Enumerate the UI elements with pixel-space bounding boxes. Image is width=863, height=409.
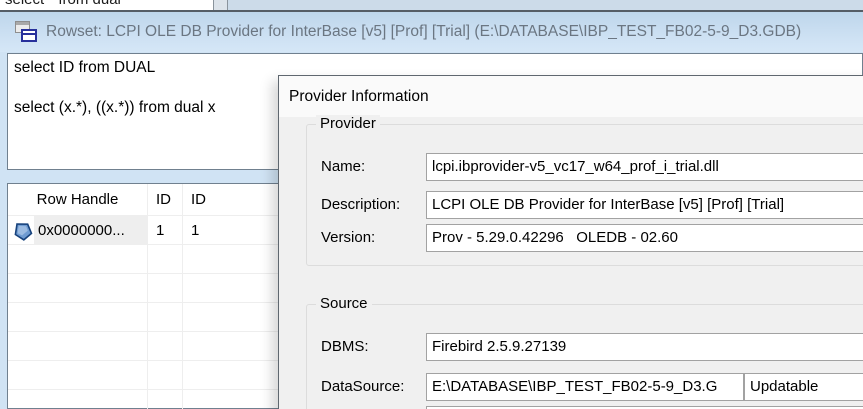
- column-header-id1[interactable]: ID: [148, 184, 183, 215]
- updatable-field[interactable]: Updatable: [744, 373, 863, 401]
- provider-group-label: Provider: [316, 115, 380, 132]
- description-field[interactable]: LCPI OLE DB Provider for InterBase [v5] …: [426, 191, 863, 219]
- background-window-area: [228, 0, 863, 10]
- screen: select * from dual Rowset: LCPI OLE DB P…: [0, 0, 863, 409]
- row-handle-value: 0x0000000...: [38, 216, 125, 245]
- name-label: Name:: [321, 153, 365, 181]
- datasource-field[interactable]: E:\DATABASE\IBP_TEST_FB02-5-9_D3.G: [426, 373, 744, 401]
- dialog-titlebar[interactable]: Provider Information: [279, 76, 863, 117]
- row-handle-arrow-icon: [12, 220, 33, 241]
- id1-value: 1: [148, 216, 183, 244]
- source-group-label: Source: [316, 295, 372, 312]
- rowset-window-title: Rowset: LCPI OLE DB Provider for InterBa…: [46, 23, 801, 41]
- name-field[interactable]: lcpi.ibprovider-v5_vc17_w64_prof_i_trial…: [426, 153, 863, 181]
- provider-information-dialog: Provider Information Provider Name: lcpi…: [278, 75, 863, 409]
- cascade-windows-icon[interactable]: [14, 21, 39, 44]
- background-scrollbar-fragment[interactable]: [213, 0, 228, 10]
- dbms-label: DBMS:: [321, 333, 369, 361]
- datasource-label: DataSource:: [321, 373, 404, 401]
- version-field[interactable]: Prov - 5.29.0.42296 OLEDB - 02.60: [426, 224, 863, 252]
- background-sql-text: select * from dual: [5, 0, 121, 8]
- rowset-window-titlebar[interactable]: Rowset: LCPI OLE DB Provider for InterBa…: [0, 12, 863, 52]
- description-label: Description:: [321, 191, 400, 219]
- background-window-sliver: select * from dual: [0, 0, 213, 10]
- version-label: Version:: [321, 224, 375, 252]
- column-header-row-handle[interactable]: Row Handle: [8, 184, 148, 215]
- dbms-field[interactable]: Firebird 2.5.9.27139: [426, 333, 863, 361]
